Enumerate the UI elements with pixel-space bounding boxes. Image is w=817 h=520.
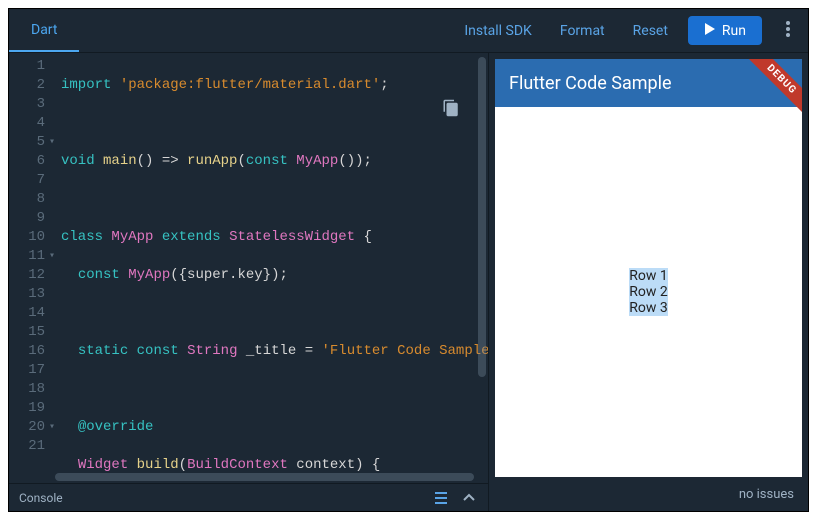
line-gutter: 123456789101112131415161718192021: [9, 53, 55, 483]
line-number: 2: [9, 76, 45, 95]
console-label: Console: [19, 491, 63, 505]
kebab-icon: [786, 21, 790, 41]
line-number: 17: [9, 361, 45, 380]
preview-row[interactable]: Row 2: [629, 284, 667, 300]
top-toolbar: Dart Install SDK Format Reset Run: [9, 9, 808, 53]
line-number: 13: [9, 285, 45, 304]
code-editor[interactable]: 123456789101112131415161718192021 import…: [9, 53, 488, 483]
app-preview[interactable]: Flutter Code Sample DEBUG Row 1Row 2Row …: [495, 59, 802, 477]
line-number: 3: [9, 95, 45, 114]
app-bar-title: Flutter Code Sample: [509, 73, 672, 94]
line-number: 7: [9, 171, 45, 190]
more-menu-button[interactable]: [768, 9, 808, 52]
line-number: 1: [9, 57, 45, 76]
app-body: Row 1Row 2Row 3: [495, 107, 802, 477]
status-bar: no issues: [489, 477, 808, 511]
line-number: 18: [9, 380, 45, 399]
line-number: 14: [9, 304, 45, 323]
line-number: 12: [9, 266, 45, 285]
line-number: 8: [9, 190, 45, 209]
run-button[interactable]: Run: [688, 16, 762, 45]
tab-dart[interactable]: Dart: [9, 9, 79, 52]
line-number: 10: [9, 228, 45, 247]
reset-button[interactable]: Reset: [619, 9, 682, 52]
preview-row[interactable]: Row 3: [629, 300, 667, 316]
console-collapse-button[interactable]: [460, 491, 478, 505]
line-number: 20: [9, 418, 45, 437]
line-number: 5: [9, 133, 45, 152]
console-bar[interactable]: Console: [9, 483, 488, 511]
line-number: 4: [9, 114, 45, 133]
line-number: 11: [9, 247, 45, 266]
line-number: 16: [9, 342, 45, 361]
format-button[interactable]: Format: [546, 9, 619, 52]
line-number: 6: [9, 152, 45, 171]
horizontal-scrollbar[interactable]: [55, 473, 474, 481]
code-content[interactable]: import 'package:flutter/material.dart'; …: [55, 53, 488, 483]
run-button-label: Run: [722, 23, 746, 39]
copy-icon: [442, 106, 460, 122]
console-list-icon[interactable]: [434, 492, 452, 504]
line-number: 21: [9, 437, 45, 456]
line-number: 19: [9, 399, 45, 418]
install-sdk-button[interactable]: Install SDK: [450, 9, 546, 52]
status-text: no issues: [739, 487, 794, 502]
line-number: 15: [9, 323, 45, 342]
copy-button[interactable]: [442, 99, 460, 117]
line-number: 9: [9, 209, 45, 228]
play-icon: [704, 23, 716, 39]
preview-row[interactable]: Row 1: [629, 268, 667, 284]
vertical-scrollbar[interactable]: [478, 57, 486, 377]
preview-pane: Flutter Code Sample DEBUG Row 1Row 2Row …: [489, 53, 808, 511]
editor-pane: 123456789101112131415161718192021 import…: [9, 53, 489, 511]
